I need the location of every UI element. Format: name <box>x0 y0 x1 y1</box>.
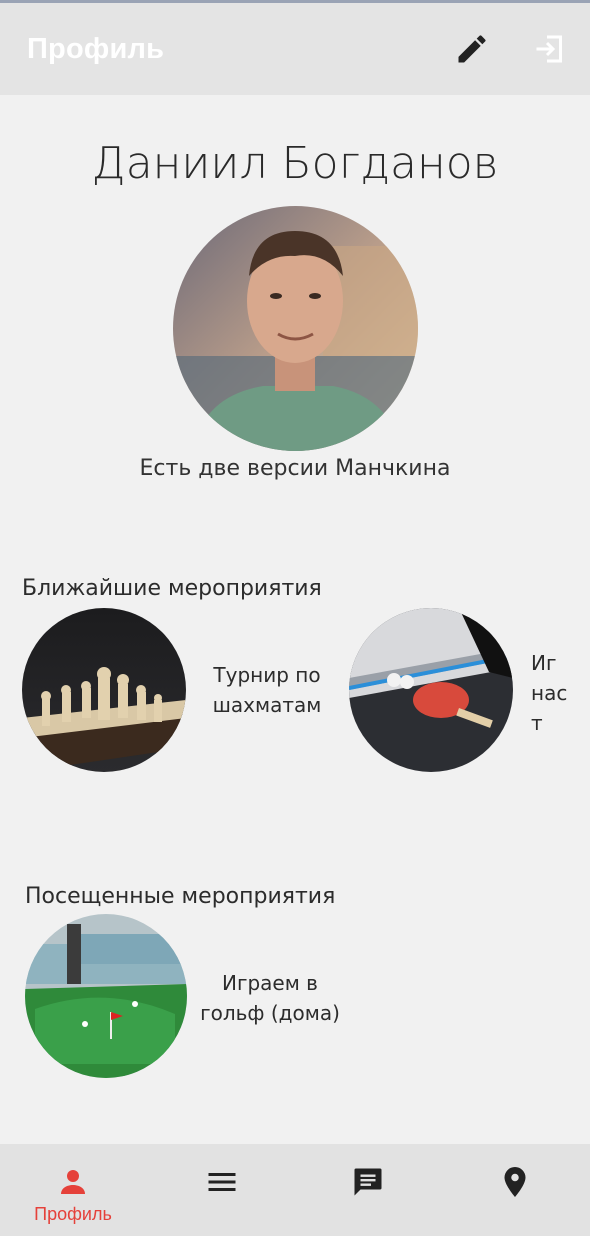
nav-item-menu[interactable] <box>162 1144 282 1236</box>
profile-status: Есть две версии Манчкина <box>139 456 451 481</box>
location-pin-icon <box>504 1167 526 1197</box>
pencil-icon <box>458 35 486 63</box>
nav-item-chat[interactable] <box>308 1144 428 1236</box>
ping-pong-image <box>349 608 513 772</box>
event-card-golf[interactable]: Играем в гольф (дома) <box>25 914 345 1079</box>
event-label: Играем в гольф (дома) <box>200 971 340 1025</box>
person-icon <box>61 1170 85 1194</box>
nav-label-profile: Профиль <box>34 1204 112 1224</box>
nav-item-profile[interactable]: Профиль <box>13 1144 133 1236</box>
avatar[interactable] <box>173 206 418 451</box>
user-name: Даниил Богданов <box>91 138 499 189</box>
chess-image <box>22 608 186 772</box>
event-card-chess[interactable]: Турнир по шахматам <box>22 608 332 773</box>
nav-item-map[interactable] <box>455 1144 575 1236</box>
page-title: Профиль <box>27 33 165 65</box>
edit-button[interactable] <box>454 31 490 67</box>
app-bar: Профиль <box>0 3 590 95</box>
bottom-navigation: Профиль <box>0 1144 590 1236</box>
chat-icon <box>354 1168 382 1196</box>
logout-icon <box>536 35 562 63</box>
upcoming-section-title: Ближайшие мероприятия <box>22 576 322 601</box>
event-card-ping-pong[interactable]: Иг нас т <box>349 608 590 773</box>
visited-section-title: Посещенные мероприятия <box>25 884 336 909</box>
event-label: Иг нас т <box>531 651 568 735</box>
mini-golf-image <box>25 914 187 1078</box>
logout-button[interactable] <box>532 31 568 67</box>
event-label: Турнир по шахматам <box>212 663 322 717</box>
menu-icon <box>208 1173 236 1191</box>
